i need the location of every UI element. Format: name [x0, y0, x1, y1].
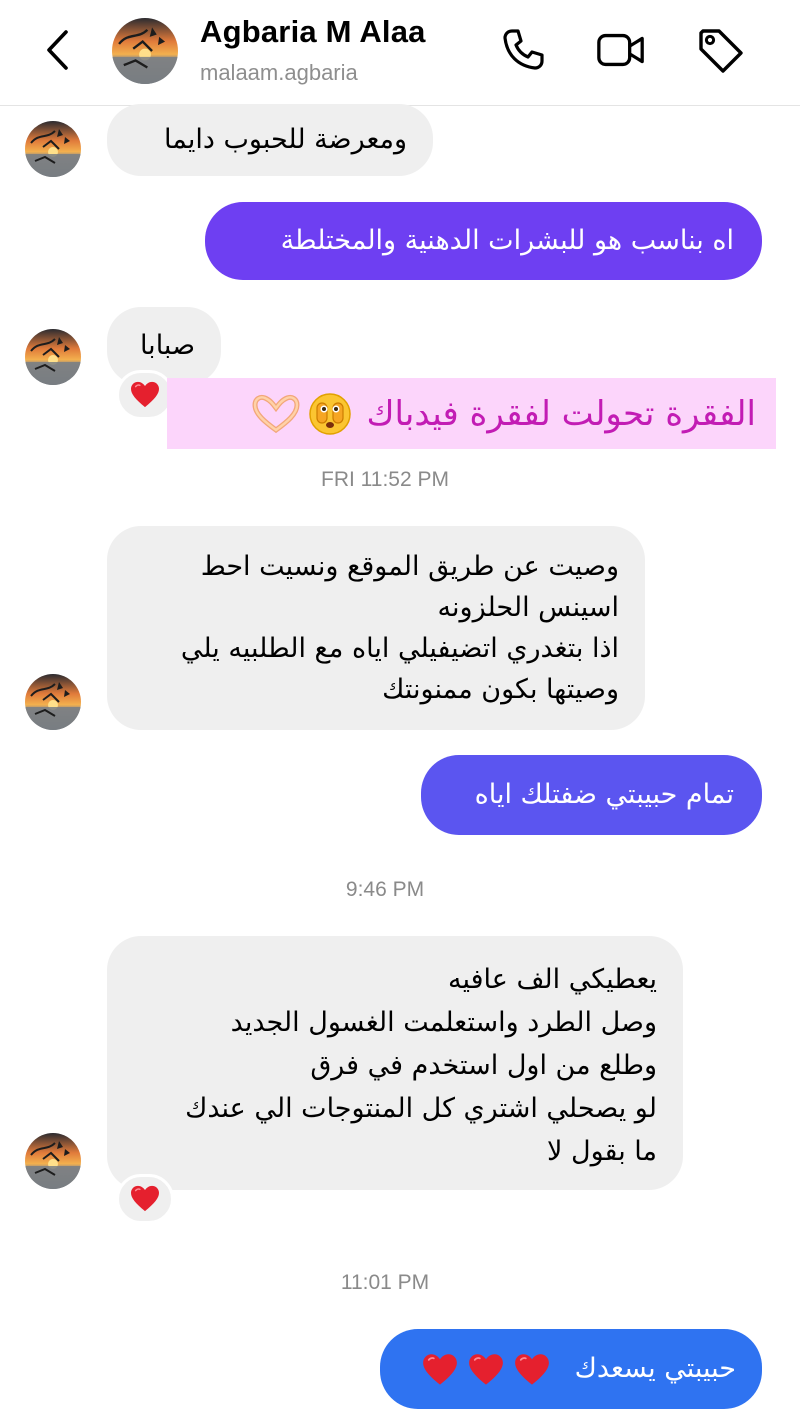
caption-overlay: الفقرة تحولت لفقرة فيدباك: [167, 378, 776, 449]
timestamp: FRI 11:52 PM: [321, 468, 449, 491]
sent-message[interactable]: تمام حبيبتي ضفتلك اياه: [421, 755, 762, 835]
contact-avatar[interactable]: [112, 18, 178, 84]
heart-hands-emoji: [252, 394, 300, 433]
contact-name[interactable]: Agbaria M Alaa: [200, 14, 426, 50]
face-with-open-eyes-and-hand-over-mouth-emoji: [308, 392, 351, 435]
back-button[interactable]: [36, 26, 80, 74]
contact-handle[interactable]: malaam.agbaria: [200, 60, 358, 86]
video-camera-icon: [597, 33, 644, 67]
sender-avatar[interactable]: [25, 674, 81, 730]
received-message[interactable]: صبابا: [107, 307, 221, 385]
sent-message[interactable]: حبيبتي يسعدك: [380, 1329, 762, 1409]
received-message[interactable]: يعطيكي الف عافيه وصل الطرد واستعلمت الغس…: [107, 936, 683, 1190]
heart-emoji: [422, 1352, 458, 1386]
message-reaction[interactable]: [116, 370, 174, 420]
tag-button[interactable]: [694, 24, 746, 76]
received-message[interactable]: وصيت عن طريق الموقع ونسيت احط اسينس الحل…: [107, 526, 645, 730]
timestamp: 11:01 PM: [340, 1271, 430, 1294]
heart-emoji: [468, 1352, 504, 1386]
heart-emoji-group: [422, 1352, 550, 1387]
chat-header: Agbaria M Alaa malaam.agbaria: [0, 0, 800, 106]
timestamp: 9:46 PM: [345, 878, 425, 901]
received-message[interactable]: ومعرضة للحبوب دايما: [107, 104, 433, 176]
caption-text: الفقرة تحولت لفقرة فيدباك: [366, 393, 756, 434]
phone-icon: [503, 29, 544, 70]
heart-icon: [130, 1185, 160, 1212]
heart-emoji: [514, 1352, 550, 1386]
heart-icon: [130, 381, 160, 408]
sent-message-text: حبيبتي يسعدك: [574, 1353, 736, 1384]
sender-avatar[interactable]: [25, 329, 81, 385]
sender-avatar[interactable]: [25, 121, 81, 177]
sender-avatar[interactable]: [25, 1133, 81, 1189]
video-call-button[interactable]: [595, 24, 647, 76]
tag-icon: [699, 29, 743, 73]
voice-call-button[interactable]: [497, 24, 549, 76]
back-chevron-icon: [47, 30, 68, 70]
sent-message[interactable]: اه بناسب هو للبشرات الدهنية والمختلطة: [205, 202, 762, 280]
message-reaction[interactable]: [116, 1174, 174, 1224]
